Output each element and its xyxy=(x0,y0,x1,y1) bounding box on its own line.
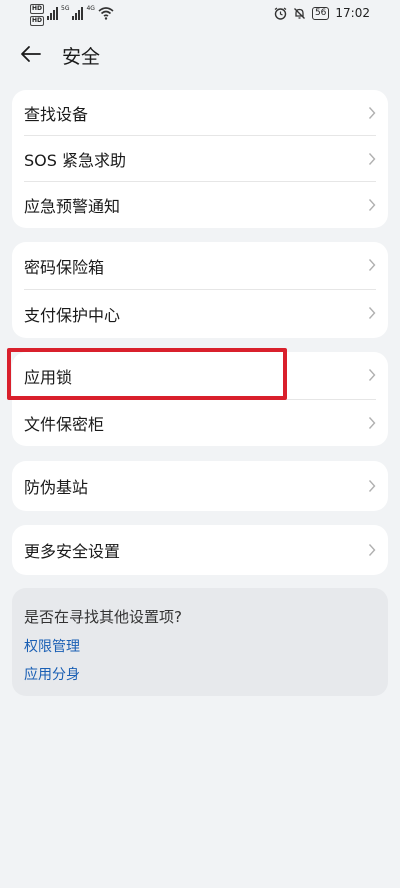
network-label-1: 5G xyxy=(61,5,70,12)
chevron-right-icon xyxy=(368,417,376,429)
settings-item-label: 密码保险箱 xyxy=(24,258,105,277)
chevron-right-icon xyxy=(368,480,376,492)
settings-item-payment-protection[interactable]: 支付保护中心 xyxy=(12,290,388,338)
chevron-right-icon xyxy=(368,153,376,165)
settings-item-more-security[interactable]: 更多安全设置 xyxy=(12,525,388,575)
suggestion-title: 是否在寻找其他设置项? xyxy=(24,608,182,626)
signal-icon-2 xyxy=(72,6,84,20)
chevron-right-icon xyxy=(368,369,376,381)
chevron-right-icon xyxy=(368,544,376,556)
arrow-left-icon xyxy=(21,46,41,62)
chevron-right-icon xyxy=(368,259,376,271)
clock-time: 17:02 xyxy=(335,6,370,20)
settings-item-label: 防伪基站 xyxy=(24,478,89,497)
hd-badge-1: HD xyxy=(30,4,45,14)
chevron-right-icon xyxy=(368,199,376,211)
settings-item-pseudo-base-station[interactable]: 防伪基站 xyxy=(12,461,388,511)
settings-item-label: 文件保密柜 xyxy=(24,415,105,434)
settings-item-find-device[interactable]: 查找设备 xyxy=(12,90,388,136)
settings-group-3: 应用锁 文件保密柜 xyxy=(12,352,388,446)
settings-item-label: 应急预警通知 xyxy=(24,197,121,216)
status-left: HD HD 5G 4G xyxy=(30,4,114,26)
wifi-icon xyxy=(98,7,114,20)
mute-bell-icon xyxy=(293,7,305,19)
settings-item-file-safe[interactable]: 文件保密柜 xyxy=(12,400,388,446)
signal-icon-1 xyxy=(47,6,59,20)
settings-item-label: 应用锁 xyxy=(24,368,73,387)
hd-indicators: HD HD xyxy=(30,4,45,26)
network-label-2: 4G xyxy=(86,5,95,12)
status-bar: HD HD 5G 4G 56 17:02 xyxy=(0,0,400,28)
settings-item-label: 支付保护中心 xyxy=(24,306,121,325)
page-title: 安全 xyxy=(62,46,101,68)
hd-badge-2: HD xyxy=(30,16,45,26)
settings-item-sos[interactable]: SOS 紧急求助 xyxy=(12,136,388,182)
settings-group-4: 防伪基站 xyxy=(12,461,388,511)
suggestion-card: 是否在寻找其他设置项? 权限管理 应用分身 xyxy=(12,588,388,696)
settings-item-app-lock[interactable]: 应用锁 xyxy=(12,352,388,400)
settings-group-5: 更多安全设置 xyxy=(12,525,388,575)
settings-group-1: 查找设备 SOS 紧急求助 应急预警通知 xyxy=(12,90,388,228)
alarm-icon xyxy=(274,6,287,20)
link-permission-management[interactable]: 权限管理 xyxy=(24,636,80,656)
settings-item-label: 查找设备 xyxy=(24,105,89,124)
status-right: 56 17:02 xyxy=(274,6,370,20)
chevron-right-icon xyxy=(368,107,376,119)
settings-item-label: 更多安全设置 xyxy=(24,542,121,561)
chevron-right-icon xyxy=(368,307,376,319)
settings-group-2: 密码保险箱 支付保护中心 xyxy=(12,242,388,338)
settings-item-emergency-alerts[interactable]: 应急预警通知 xyxy=(12,182,388,228)
app-header: 安全 xyxy=(0,34,400,74)
back-button[interactable] xyxy=(20,43,48,65)
settings-item-label: SOS 紧急求助 xyxy=(24,151,126,170)
link-app-twin[interactable]: 应用分身 xyxy=(24,664,80,684)
battery-indicator: 56 xyxy=(311,6,330,20)
settings-item-password-vault[interactable]: 密码保险箱 xyxy=(12,242,388,290)
